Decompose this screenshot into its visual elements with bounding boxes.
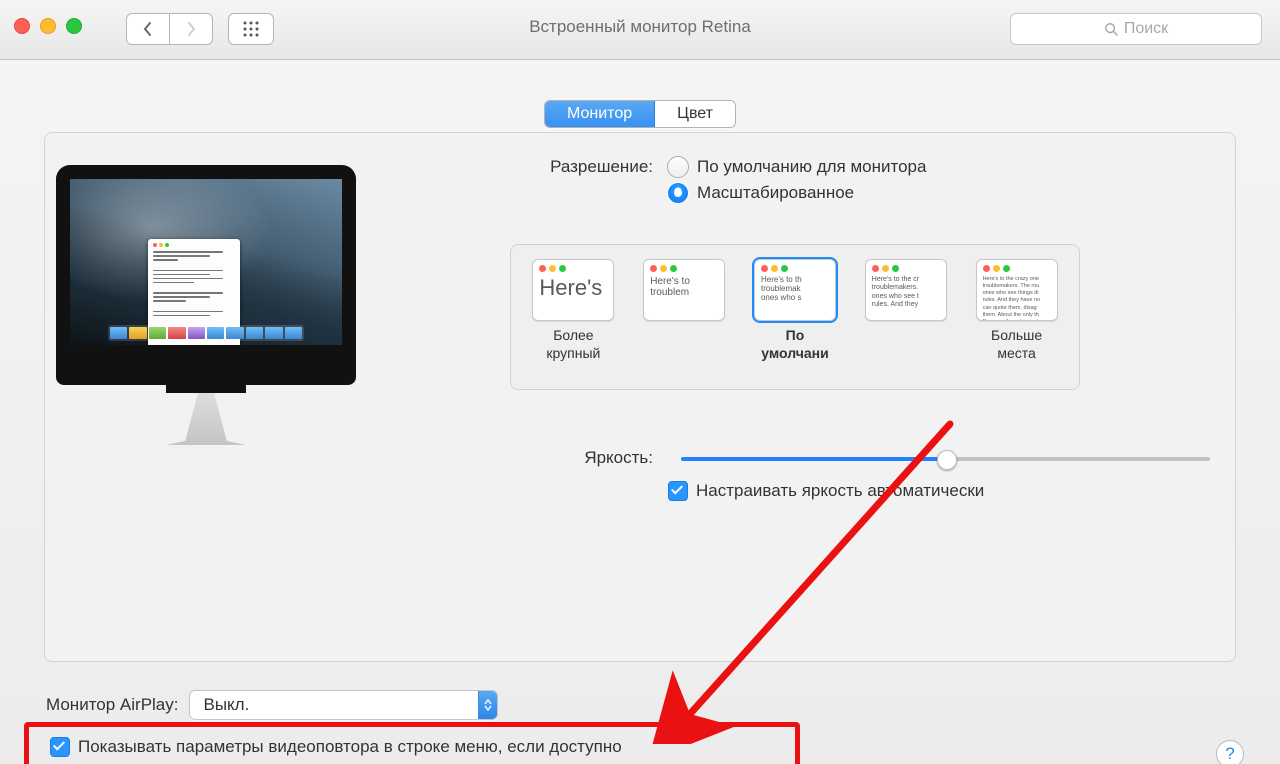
scale-option-4[interactable]: Here's to the crazy one troublemakers. T…	[968, 259, 1065, 362]
mirror-checkbox[interactable]	[50, 737, 70, 757]
monitor-illustration	[56, 165, 356, 445]
scale-option-label: Более крупный	[546, 327, 600, 362]
radio-scaled-label: Масштабированное	[697, 183, 854, 203]
scale-option-0[interactable]: Here's Более крупный	[525, 259, 622, 362]
airplay-select[interactable]: Выкл.	[189, 690, 498, 720]
scale-options: Here's Более крупный Here's to troublem Her…	[510, 244, 1080, 390]
brightness-row: Яркость:	[498, 448, 1210, 468]
brightness-label: Яркость:	[498, 448, 653, 468]
airplay-row: Монитор AirPlay: Выкл.	[46, 690, 498, 720]
auto-brightness-row: Настраивать яркость автоматически	[668, 481, 984, 501]
scale-option-1[interactable]: Here's to troublem	[636, 259, 733, 327]
scale-thumbnail: Here's to th troublemak ones who s	[754, 259, 836, 321]
auto-brightness-label: Настраивать яркость автоматически	[696, 481, 984, 501]
search-icon	[1104, 22, 1118, 36]
radio-scaled-resolution[interactable]	[667, 182, 689, 204]
scale-option-label: Больше места	[991, 327, 1042, 362]
scale-option-2[interactable]: Here's to th troublemak ones who s По умо…	[747, 259, 844, 362]
radio-default-label: По умолчанию для монитора	[697, 157, 926, 177]
brightness-slider[interactable]	[681, 448, 1210, 468]
scale-thumbnail: Here's to the cr troublemakers. ones who…	[865, 259, 947, 321]
preferences-window: Встроенный монитор Retina Поиск Монитор …	[0, 0, 1280, 764]
radio-default-resolution[interactable]	[667, 156, 689, 178]
titlebar: Встроенный монитор Retina Поиск	[0, 0, 1280, 60]
help-button[interactable]: ?	[1216, 740, 1244, 764]
tab-color[interactable]: Цвет	[655, 101, 735, 127]
scale-option-label: По умолчани	[761, 327, 829, 362]
scale-option-3[interactable]: Here's to the cr troublemakers. ones who…	[857, 259, 954, 327]
auto-brightness-checkbox[interactable]	[668, 481, 688, 501]
search-placeholder: Поиск	[1124, 20, 1168, 38]
search-input[interactable]: Поиск	[1010, 13, 1262, 45]
scale-thumbnail: Here's to the crazy one troublemakers. T…	[976, 259, 1058, 321]
airplay-label: Монитор AirPlay:	[46, 695, 179, 715]
resolution-section: Разрешение: По умолчанию для монитора Ма…	[498, 156, 1220, 208]
scale-thumbnail: Here's to troublem	[643, 259, 725, 321]
mirror-option-row: Показывать параметры видеоповтора в стро…	[40, 732, 632, 762]
content: Монитор Цвет	[0, 60, 1280, 764]
resolution-label: Разрешение:	[498, 157, 653, 177]
tab-monitor[interactable]: Монитор	[545, 101, 655, 127]
airplay-value: Выкл.	[190, 695, 478, 715]
chevron-updown-icon	[478, 691, 497, 719]
tab-bar: Монитор Цвет	[544, 100, 736, 128]
scale-thumbnail: Here's	[532, 259, 614, 321]
mirror-label: Показывать параметры видеоповтора в стро…	[78, 737, 622, 757]
